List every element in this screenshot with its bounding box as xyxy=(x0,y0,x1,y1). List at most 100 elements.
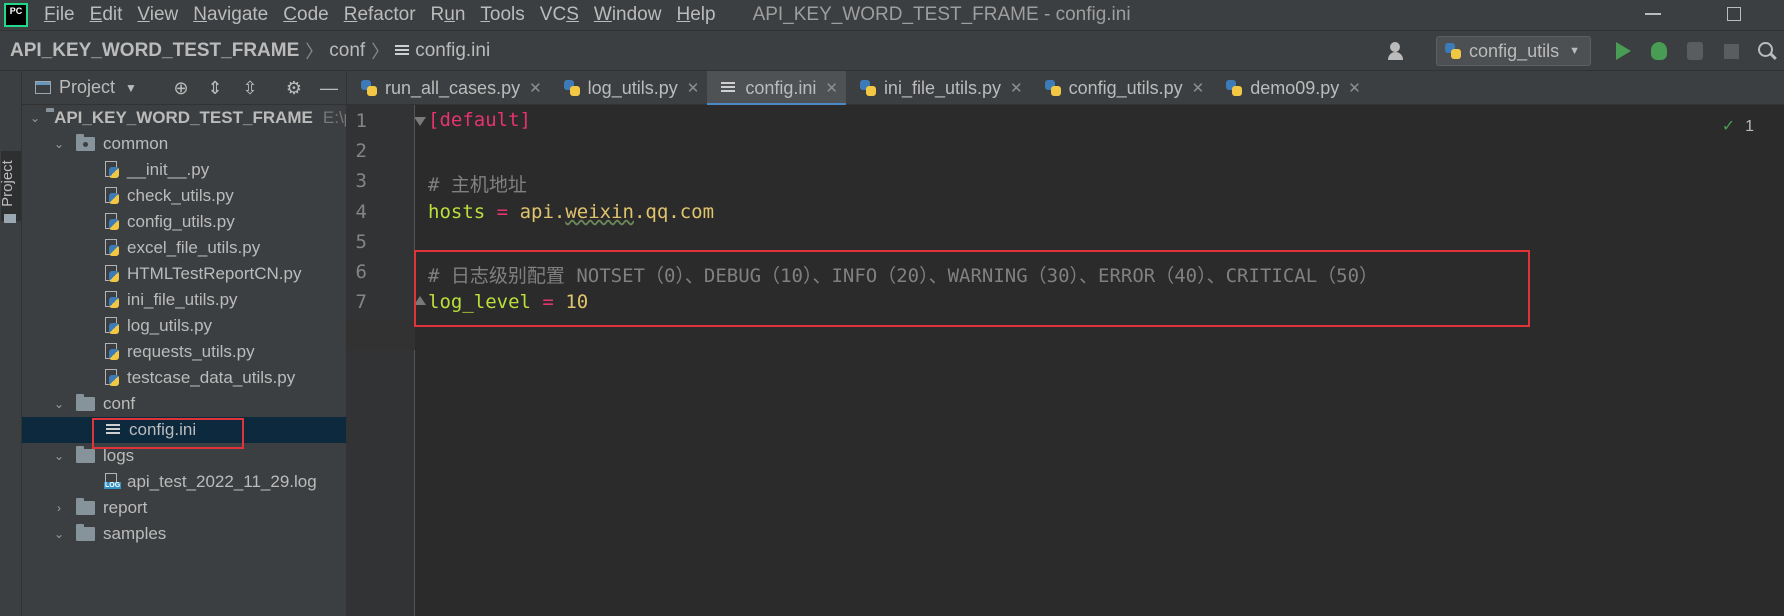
breadcrumb-project[interactable]: API_KEY_WORD_TEST_FRAME xyxy=(10,40,299,62)
menu-item[interactable]: Tools xyxy=(480,4,524,26)
editor-tab[interactable]: demo09.py ✕ xyxy=(1212,71,1369,105)
menu-bar: PC File Edit View Navigate Code Refactor Run To… xyxy=(0,0,1784,30)
run-configuration-select[interactable]: config_utils ▼ xyxy=(1436,36,1591,66)
python-file-icon xyxy=(563,80,580,96)
chevron-down-icon[interactable]: ⌄ xyxy=(52,449,66,463)
close-icon[interactable]: ✕ xyxy=(1192,79,1205,97)
fold-marker-icon[interactable] xyxy=(415,117,426,126)
debug-button[interactable] xyxy=(1648,40,1670,62)
editor-tab[interactable]: log_utils.py ✕ xyxy=(550,71,708,105)
collapse-all-icon[interactable]: ⇳ xyxy=(241,79,259,97)
editor-tab-label: demo09.py xyxy=(1250,77,1340,98)
ini-equals: = xyxy=(496,201,509,223)
line-number: 2 xyxy=(355,140,367,163)
tree-root-label: API_KEY_WORD_TEST_FRAME xyxy=(54,108,313,127)
tree-item-label: HTMLTestReportCN.py xyxy=(127,264,302,283)
tree-item-label: conf xyxy=(103,394,136,413)
chevron-down-icon[interactable]: ▼ xyxy=(125,81,137,95)
line-number: 1 xyxy=(355,110,367,132)
tree-root[interactable]: ⌄ API_KEY_WORD_TEST_FRAME E:\p xyxy=(22,105,346,131)
run-button[interactable] xyxy=(1612,40,1634,62)
project-view-icon xyxy=(35,81,51,94)
inspection-widget[interactable]: ✓ 1 xyxy=(1722,116,1754,136)
locate-file-icon[interactable]: ⊕ xyxy=(172,79,190,97)
tree-item[interactable]: ⌄ samples xyxy=(22,521,346,547)
chevron-down-icon[interactable]: ⌄ xyxy=(52,137,66,151)
line-number: 3 xyxy=(355,170,367,193)
menu-item[interactable]: Code xyxy=(283,4,328,26)
tree-item[interactable]: config_utils.py xyxy=(22,209,346,235)
maximize-icon[interactable] xyxy=(1727,7,1741,21)
chevron-down-icon[interactable]: ⌄ xyxy=(30,111,40,125)
close-icon[interactable]: ✕ xyxy=(825,79,838,97)
tree-item[interactable]: api_test_2022_11_29.log xyxy=(22,469,346,495)
breadcrumb-folder[interactable]: conf xyxy=(329,40,365,62)
line-number: 6 xyxy=(355,261,367,283)
close-icon[interactable]: ✕ xyxy=(687,79,700,97)
tree-item-label: excel_file_utils.py xyxy=(127,238,261,257)
stop-icon xyxy=(1723,43,1739,59)
ini-key: hosts xyxy=(428,201,486,223)
code-line-4[interactable]: hosts = api.weixin.qq.com xyxy=(428,201,714,223)
editor-tab[interactable]: run_all_cases.py ✕ xyxy=(347,71,550,105)
menu-item[interactable]: Navigate xyxy=(193,4,268,26)
tree-item[interactable]: requests_utils.py xyxy=(22,339,346,365)
check-icon: ✓ xyxy=(1721,118,1736,135)
python-file-icon xyxy=(1226,80,1243,96)
stop-button[interactable] xyxy=(1720,40,1742,62)
chevron-right-icon[interactable]: › xyxy=(52,501,66,515)
tree-item[interactable]: log_utils.py xyxy=(22,313,346,339)
close-icon[interactable]: ✕ xyxy=(1348,79,1361,97)
tree-item[interactable]: testcase_data_utils.py xyxy=(22,365,346,391)
python-file-icon xyxy=(104,265,120,283)
tree-item[interactable]: ini_file_utils.py xyxy=(22,287,346,313)
menu-item[interactable]: View xyxy=(137,4,178,26)
log-file-icon xyxy=(104,473,122,491)
code-line-1[interactable]: [default] xyxy=(428,109,531,131)
tree-item-label: testcase_data_utils.py xyxy=(127,368,296,387)
close-icon[interactable]: ✕ xyxy=(529,79,542,97)
project-view-select[interactable]: Project xyxy=(59,77,115,98)
main-menu: File Edit View Navigate Code Refactor Run Tools… xyxy=(44,4,731,26)
breadcrumb-separator-icon: 〉 xyxy=(371,41,390,62)
tree-item-label: check_utils.py xyxy=(127,186,234,205)
breadcrumb-file[interactable]: config.ini xyxy=(415,40,490,62)
code-editor[interactable]: [default] # 主机地址 hosts = api.weixin.qq.c… xyxy=(415,105,1784,616)
tree-item-label: ini_file_utils.py xyxy=(127,290,238,309)
editor-tab[interactable]: config.ini ✕ xyxy=(707,71,846,106)
python-file-icon xyxy=(104,343,120,361)
editor-tab-label: config.ini xyxy=(745,77,817,98)
menu-item[interactable]: Window xyxy=(594,4,662,26)
python-file-icon xyxy=(859,80,876,96)
tree-item[interactable]: ⌄ conf xyxy=(22,391,346,417)
user-icon[interactable] xyxy=(1388,41,1414,61)
close-icon[interactable]: ✕ xyxy=(1010,79,1023,97)
chevron-down-icon[interactable]: ⌄ xyxy=(52,397,66,411)
menu-item[interactable]: Help xyxy=(676,4,715,26)
menu-item[interactable]: Run xyxy=(431,4,466,26)
hide-panel-icon[interactable]: — xyxy=(320,79,338,97)
tree-item[interactable]: ⌄ common xyxy=(22,131,346,157)
minimize-icon[interactable] xyxy=(1645,13,1661,15)
tree-item[interactable]: HTMLTestReportCN.py xyxy=(22,261,346,287)
menu-item[interactable]: VCS xyxy=(540,4,579,26)
tree-item[interactable]: excel_file_utils.py xyxy=(22,235,346,261)
menu-item[interactable]: Refactor xyxy=(344,4,416,26)
menu-item[interactable]: File xyxy=(44,4,75,26)
editor-tab[interactable]: ini_file_utils.py ✕ xyxy=(846,71,1031,105)
tree-item[interactable]: › report xyxy=(22,495,346,521)
coverage-button[interactable] xyxy=(1684,40,1706,62)
tree-item[interactable]: check_utils.py xyxy=(22,183,346,209)
editor-tab[interactable]: config_utils.py ✕ xyxy=(1031,71,1213,105)
search-everywhere-button[interactable] xyxy=(1756,40,1778,62)
ini-file-icon xyxy=(395,44,410,58)
expand-all-icon[interactable]: ⇕ xyxy=(206,79,224,97)
gear-icon[interactable]: ⚙ xyxy=(285,79,303,97)
tree-item[interactable]: __init__.py xyxy=(22,157,346,183)
code-line-3[interactable]: # 主机地址 xyxy=(428,170,527,197)
menu-item[interactable]: Edit xyxy=(90,4,123,26)
project-tool-window-button[interactable]: Project xyxy=(0,151,21,221)
chevron-down-icon[interactable]: ⌄ xyxy=(52,527,66,541)
python-icon xyxy=(1445,43,1462,59)
project-tool-window-label: Project xyxy=(0,160,16,207)
